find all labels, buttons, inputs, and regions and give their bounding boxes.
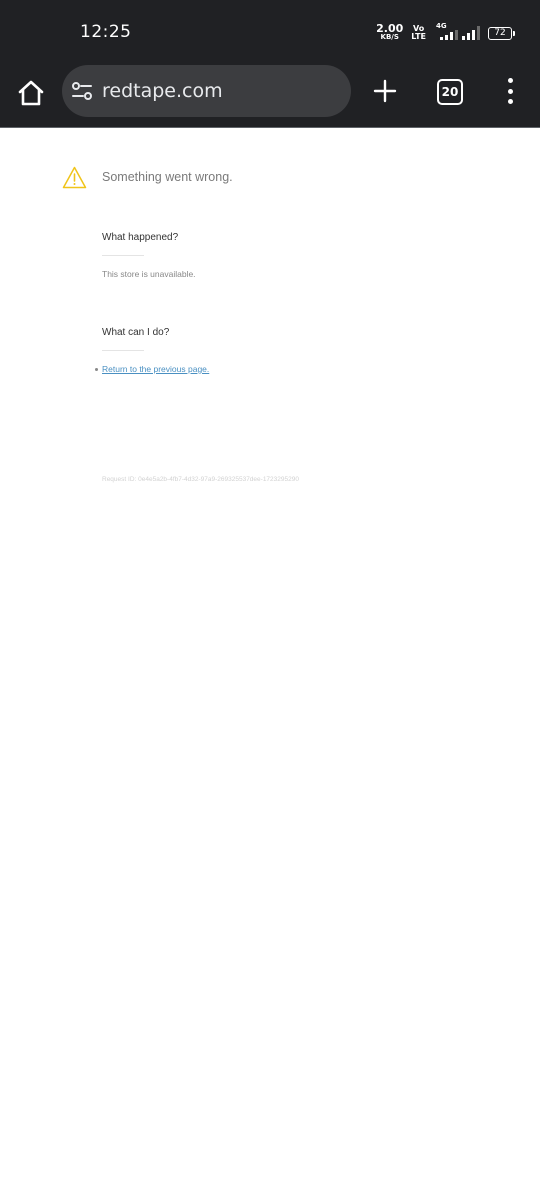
volte-indicator: Vo LTE	[411, 25, 426, 41]
what-can-i-do-title: What can I do?	[102, 327, 170, 338]
browser-toolbar: redtape.com 20	[0, 64, 540, 128]
signal-bars-icon-2	[462, 26, 480, 40]
signal-bars-icon-1	[440, 30, 458, 40]
new-tab-button[interactable]	[370, 76, 400, 106]
error-headline: Something went wrong.	[102, 170, 233, 184]
battery-level: 72	[494, 27, 506, 38]
tab-switcher-icon[interactable]: 20	[437, 79, 463, 105]
return-previous-page-link[interactable]: Return to the previous page.	[102, 364, 209, 374]
home-button[interactable]	[14, 76, 48, 110]
plus-icon	[373, 79, 397, 103]
volte-bottom: LTE	[411, 32, 426, 41]
network-type-label: 4G	[436, 22, 447, 30]
status-bar: 12:25 2.00 KB/S Vo LTE 4G 72	[0, 0, 540, 64]
request-id: Request ID: 0e4e5a2b-4fb7-4d32-97a9-2693…	[102, 476, 299, 483]
status-indicators: 2.00 KB/S Vo LTE 4G 72	[376, 22, 515, 42]
network-speed: 2.00 KB/S	[376, 22, 404, 42]
network-4g-indicator: 4G	[434, 22, 458, 42]
address-bar[interactable]: redtape.com	[62, 65, 351, 117]
error-page: Something went wrong. What happened? Thi…	[0, 128, 540, 1200]
network-speed-value: 2.00	[376, 22, 404, 35]
battery-icon: 72	[488, 26, 515, 40]
home-icon	[18, 80, 44, 106]
url-text: redtape.com	[102, 80, 223, 102]
status-time: 12:25	[80, 22, 132, 42]
warning-icon	[62, 166, 87, 189]
what-happened-title: What happened?	[102, 232, 179, 243]
tab-count: 20	[441, 85, 459, 99]
tune-icon[interactable]	[70, 79, 94, 103]
network-speed-unit: KB/S	[380, 33, 399, 41]
more-vert-icon[interactable]	[500, 78, 520, 104]
divider	[102, 350, 144, 351]
divider	[102, 255, 144, 256]
list-bullet	[95, 368, 98, 371]
what-happened-text: This store is unavailable.	[102, 269, 196, 279]
